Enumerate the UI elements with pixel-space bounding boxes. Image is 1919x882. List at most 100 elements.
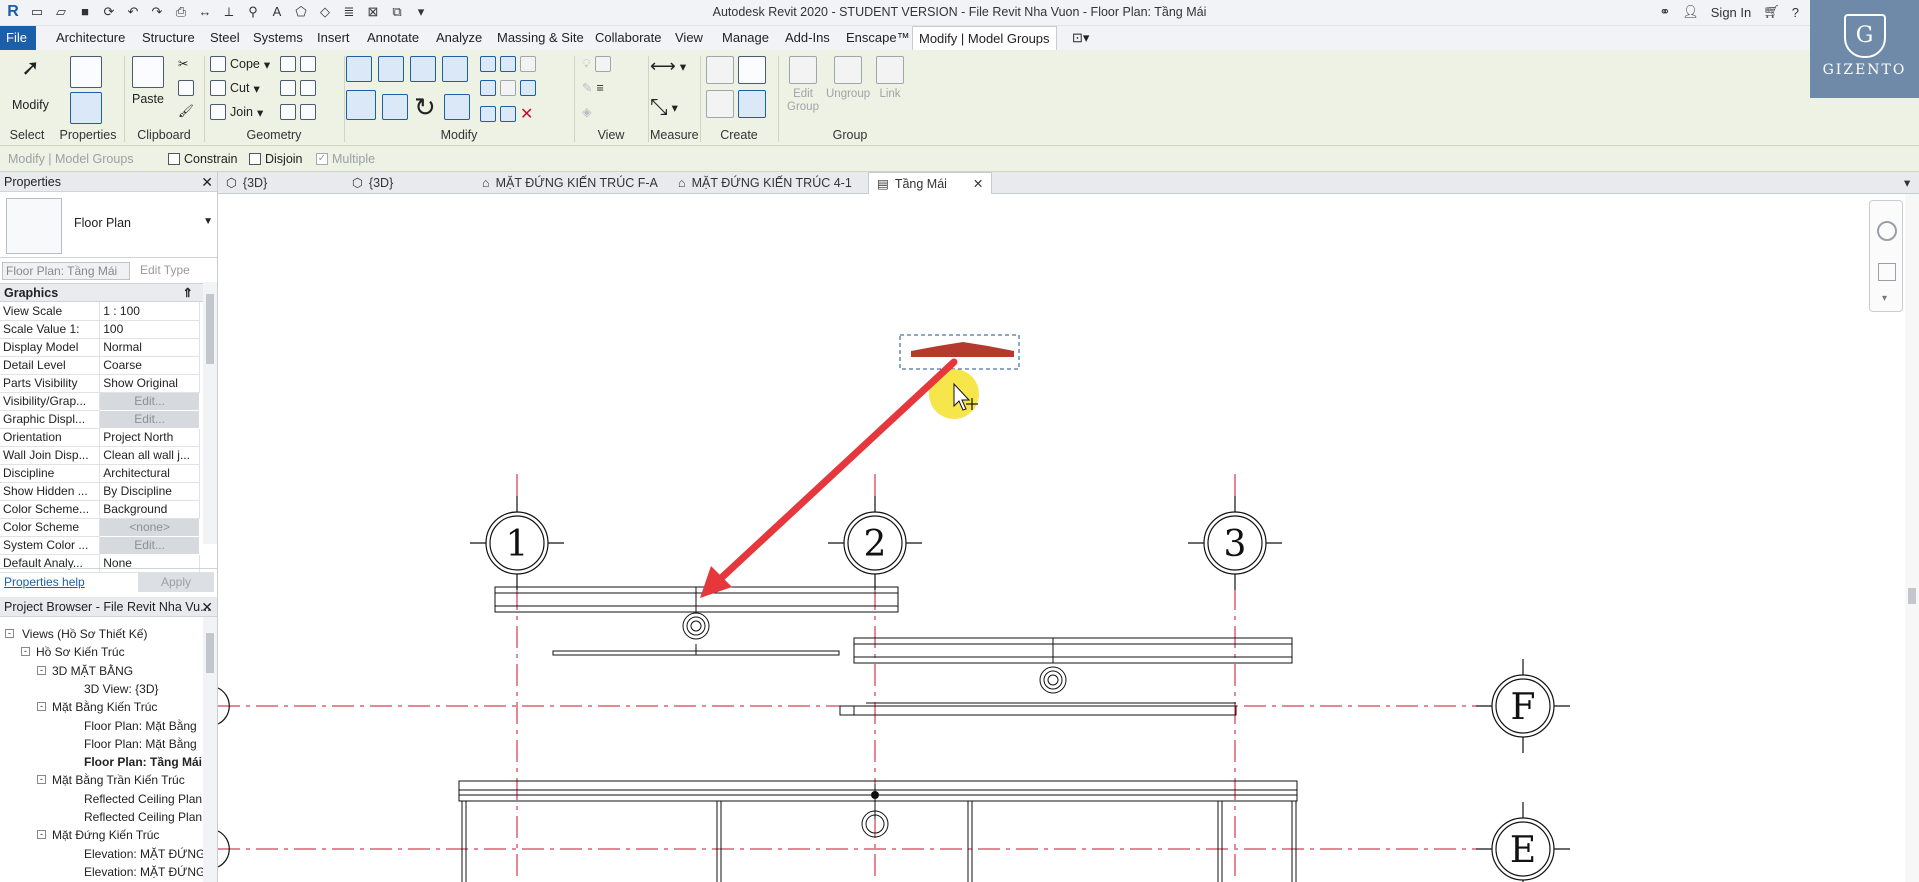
properties-scrollbar[interactable]: [203, 282, 217, 544]
tab-massing-site[interactable]: Massing & Site: [491, 26, 590, 50]
tree-expander-icon[interactable]: -: [37, 775, 46, 785]
browser-tree-item[interactable]: Elevation: MẶT ĐỨNG: [84, 845, 205, 863]
type-properties-button[interactable]: [70, 56, 102, 88]
hide-button[interactable]: 💡︎: [582, 56, 611, 72]
geometry-tool-1[interactable]: [280, 56, 316, 72]
steering-wheel-icon[interactable]: [1877, 221, 1897, 241]
property-value[interactable]: Show Original: [99, 374, 200, 393]
view-tab-3d-2[interactable]: ⬡ {3D}: [352, 172, 393, 194]
browser-tree-item[interactable]: 3D View: {3D}: [84, 680, 159, 698]
property-value[interactable]: Normal: [99, 338, 200, 357]
measure-button[interactable]: ⟷ ▾: [650, 56, 686, 77]
multiple-checkbox[interactable]: ✓ Multiple: [316, 152, 375, 166]
tab-annotate[interactable]: Annotate: [361, 26, 425, 50]
tab-enscape[interactable]: Enscape™: [840, 26, 916, 50]
paste-button[interactable]: Paste: [132, 56, 164, 106]
browser-tree-item[interactable]: Elevation: MẶT ĐỨNG: [84, 863, 205, 881]
tab-systems[interactable]: Systems: [247, 26, 309, 50]
navbar-menu-icon[interactable]: ▾: [1882, 293, 1887, 304]
ribbon-minimize-icon[interactable]: ⊡▾: [1066, 26, 1095, 50]
tab-structure[interactable]: Structure: [136, 26, 201, 50]
roof-edge-2[interactable]: [839, 705, 1237, 716]
browser-scrollbar[interactable]: [203, 617, 217, 882]
copy-element-button[interactable]: [382, 94, 408, 120]
browser-tree-item[interactable]: Floor Plan: Mặt Bằng: [84, 735, 197, 753]
view-tab-elevation-41[interactable]: ⌂ MẶT ĐỨNG KIẾN TRÚC 4-1: [678, 172, 852, 194]
browser-tree-item[interactable]: Mặt Đứng Kiến Trúc: [52, 826, 159, 844]
edit-type-button[interactable]: Edit Type: [140, 263, 190, 277]
geometry-tool-2[interactable]: [280, 80, 316, 96]
tab-architecture[interactable]: Architecture: [50, 26, 131, 50]
scroll-thumb[interactable]: [206, 294, 214, 364]
property-value[interactable]: 1 : 100: [99, 302, 200, 321]
edit-group-button[interactable]: Edit Group: [786, 56, 820, 114]
browser-tree-item[interactable]: 3D MẶT BẰNG: [52, 662, 133, 680]
properties-help-link[interactable]: Properties help: [4, 575, 85, 589]
sign-in-link[interactable]: Sign In: [1711, 5, 1751, 20]
help-icon[interactable]: ?: [1792, 5, 1799, 20]
close-icon[interactable]: ✕: [201, 172, 213, 192]
tab-view[interactable]: View: [669, 26, 709, 50]
binoculars-icon[interactable]: ⚭: [1659, 4, 1670, 20]
tab-modify-model-groups[interactable]: Modify | Model Groups: [912, 26, 1057, 50]
browser-tree-item[interactable]: Reflected Ceiling Plan: [84, 790, 202, 808]
roof-element-2[interactable]: [853, 637, 1293, 664]
cut-clipboard-button[interactable]: ✂: [178, 56, 188, 71]
instance-selector[interactable]: Floor Plan: Tầng Mái: [2, 262, 130, 280]
property-edit-button[interactable]: Edit...: [99, 535, 200, 555]
property-edit-button[interactable]: Edit...: [99, 409, 200, 429]
link-button[interactable]: Link: [876, 56, 904, 100]
floor-plan-drawing[interactable]: 1 2 3 F E: [218, 194, 1919, 882]
rotate-button[interactable]: ↻: [414, 94, 436, 120]
align-button[interactable]: [346, 56, 372, 82]
join-button[interactable]: Join ▾: [210, 104, 263, 120]
create-parts-button[interactable]: [706, 90, 766, 118]
close-icon[interactable]: ✕: [201, 597, 213, 617]
modify-button[interactable]: ➚ Modify: [12, 56, 49, 113]
cart-icon[interactable]: 🛒︎: [1763, 4, 1780, 20]
close-icon[interactable]: ✕: [973, 173, 983, 195]
tab-add-ins[interactable]: Add-Ins: [779, 26, 836, 50]
properties-button[interactable]: [70, 92, 102, 124]
disjoin-checkbox[interactable]: Disjoin: [249, 152, 303, 166]
select-dropdown[interactable]: Select: [0, 128, 54, 142]
geometry-tool-3[interactable]: [280, 104, 316, 120]
offset-button[interactable]: [378, 56, 404, 82]
view-tab-3d-1[interactable]: ⬡ {3D}: [226, 172, 267, 194]
browser-tree-item[interactable]: Mặt Bằng Trần Kiến Trúc: [52, 771, 185, 789]
create-assembly-button[interactable]: [706, 56, 766, 84]
user-icon[interactable]: 👤︎: [1682, 4, 1699, 20]
roof-element-3[interactable]: [458, 780, 1298, 802]
browser-tree-item[interactable]: Floor Plan: Tầng Mái: [84, 753, 202, 771]
property-value[interactable]: Coarse: [99, 356, 200, 375]
mirror-axis-button[interactable]: [410, 56, 436, 82]
tree-expander-icon[interactable]: -: [37, 665, 46, 675]
tree-expander-icon[interactable]: -: [21, 647, 30, 657]
property-value[interactable]: 100: [99, 320, 200, 339]
browser-tree-item[interactable]: Mặt Bằng Kiến Trúc: [52, 698, 157, 716]
drawing-area[interactable]: 1 2 3 F E ▾: [218, 194, 1919, 882]
tab-manage[interactable]: Manage: [716, 26, 775, 50]
cut-geometry-button[interactable]: Cut ▾: [210, 80, 260, 96]
browser-tree-item[interactable]: Views (Hồ Sơ Thiết Kế): [22, 625, 147, 643]
ungroup-button[interactable]: Ungroup: [826, 56, 870, 100]
browser-tree-item[interactable]: Floor Plan: Mặt Bằng: [84, 717, 197, 735]
view-tab-tang-mai[interactable]: ▤ Tầng Mái ✕: [868, 172, 993, 195]
match-type-button[interactable]: 🖌︎: [178, 104, 194, 119]
apply-button[interactable]: Apply: [138, 572, 214, 592]
scroll-thumb[interactable]: [206, 633, 214, 673]
tab-insert[interactable]: Insert: [311, 26, 356, 50]
browser-tree-item[interactable]: Hồ Sơ Kiến Trúc: [36, 643, 125, 661]
graphics-section-header[interactable]: Graphics ⇑: [0, 284, 217, 302]
tabs-overflow-icon[interactable]: ▾: [1904, 172, 1910, 194]
split-button[interactable]: [480, 56, 536, 72]
collapse-icon[interactable]: ⇑: [183, 284, 193, 302]
property-value[interactable]: Background: [99, 500, 200, 519]
tree-expander-icon[interactable]: -: [5, 629, 14, 638]
property-value[interactable]: By Discipline: [99, 482, 200, 501]
property-value[interactable]: Architectural: [99, 464, 200, 483]
property-edit-button[interactable]: Edit...: [99, 391, 200, 411]
delete-icon[interactable]: ✕: [520, 104, 533, 124]
move-button[interactable]: [346, 90, 376, 120]
browser-tree-item[interactable]: Reflected Ceiling Plan: [84, 808, 202, 826]
